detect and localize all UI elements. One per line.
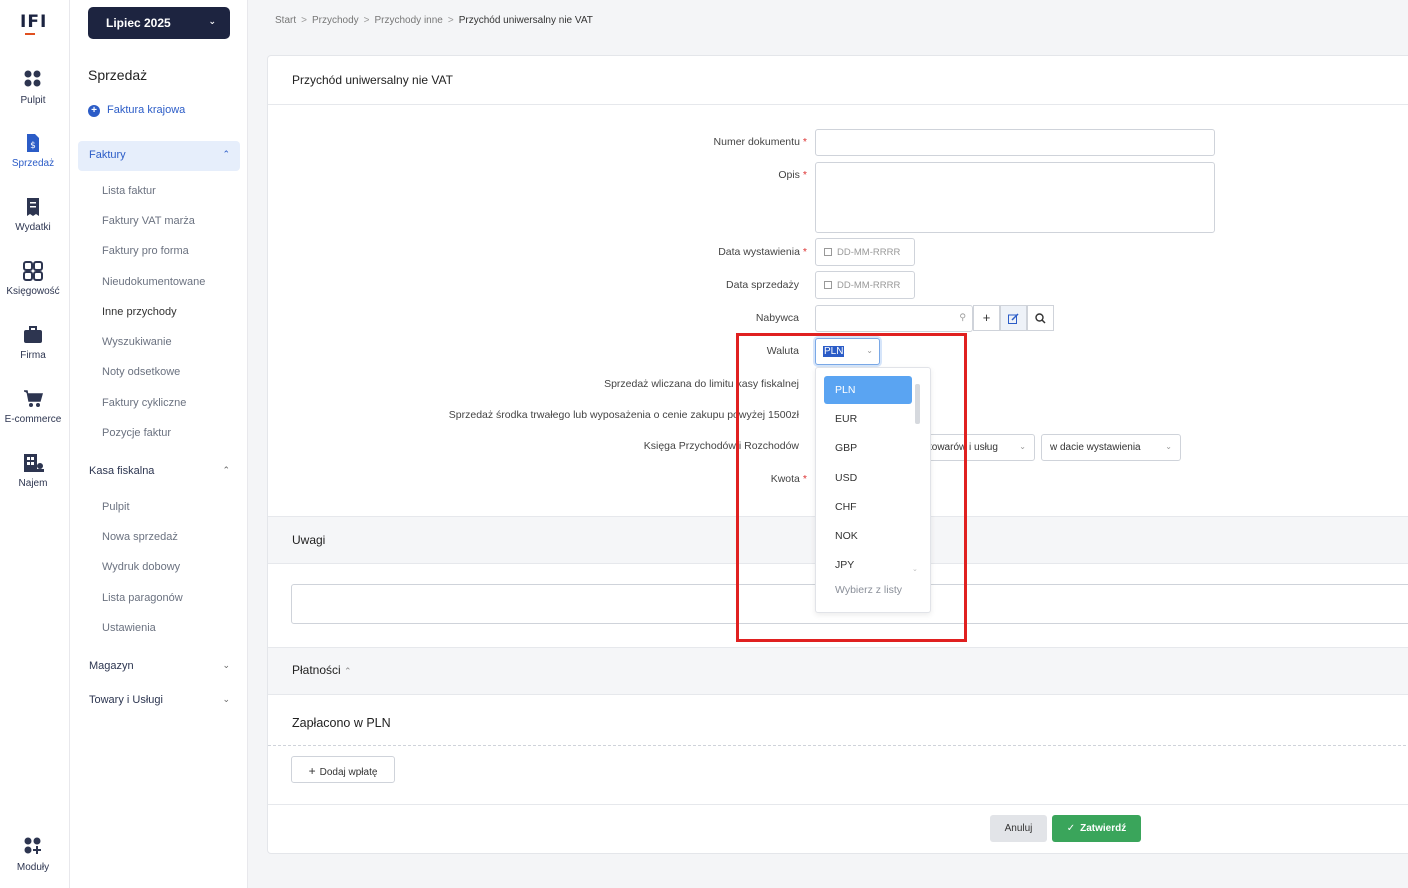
rail-item-moduly[interactable]: Moduły <box>0 837 66 873</box>
rail-label: E-commerce <box>4 414 62 425</box>
sidebar-item-lista-paragonow[interactable]: Lista paragonów <box>102 592 183 604</box>
chevron-down-icon: ⌄ <box>222 660 230 670</box>
rail-label: Moduły <box>16 862 50 873</box>
sidebar-item-inne-przychody[interactable]: Inne przychody <box>102 306 177 318</box>
dashboard-icon <box>23 70 43 90</box>
rail-item-ksiegowosc[interactable]: Księgowość <box>0 261 66 297</box>
building-icon <box>23 453 44 473</box>
calendar-icon <box>824 281 832 289</box>
breadcrumb-przychody-inne[interactable]: Przychody inne <box>375 15 443 26</box>
app-logo[interactable]: IFI <box>20 12 46 40</box>
highlight-box <box>736 333 967 642</box>
modules-icon <box>23 837 43 857</box>
sidebar-title: Sprzedaż <box>88 67 148 83</box>
search-icon: ⚲ <box>959 312 966 322</box>
rail-item-ecommerce[interactable]: E-commerce <box>0 389 66 425</box>
sidebar-item-faktury-cykliczne[interactable]: Faktury cykliczne <box>102 397 186 409</box>
breadcrumb-przychody[interactable]: Przychody <box>312 15 359 26</box>
breadcrumb: Start > Przychody > Przychody inne > Przychód … <box>275 15 593 26</box>
confirm-button[interactable]: ✓ Zatwierdź <box>1052 815 1141 842</box>
logo-text: IFI <box>20 12 48 32</box>
chevron-up-icon: ⌃ <box>222 149 230 159</box>
nabywca-label: Nabywca <box>755 312 799 324</box>
sidebar-item-kasa-pulpit[interactable]: Pulpit <box>102 501 130 513</box>
data-sprzedazy-input[interactable]: DD-MM-RRRR <box>815 271 915 299</box>
platnosci-title: Płatności ⌃ <box>292 663 352 677</box>
rail-item-najem[interactable]: Najem <box>0 453 66 489</box>
briefcase-icon <box>23 325 43 345</box>
date-mode-select[interactable]: w dacie wystawienia ⌄ <box>1041 434 1181 461</box>
rail-label: Najem <box>18 478 48 489</box>
sidebar-item-noty-odsetkowe[interactable]: Noty odsetkowe <box>102 366 180 378</box>
month-label: Lipiec 2025 <box>106 16 171 30</box>
chevron-up-icon: ⌃ <box>344 666 352 676</box>
plus-icon: + <box>308 764 316 778</box>
rail-item-wydatki[interactable]: Wydatki <box>0 197 66 233</box>
sidebar-item-faktury-pro-forma[interactable]: Faktury pro forma <box>102 245 189 257</box>
new-invoice-link[interactable]: + Faktura krajowa <box>88 104 185 117</box>
cart-icon <box>23 389 43 409</box>
data-sprzedazy-label: Data sprzedaży <box>726 279 799 291</box>
sidebar-item-wydruk-dobowy[interactable]: Wydruk dobowy <box>102 561 180 573</box>
chevron-down-icon: ⌄ <box>208 16 216 26</box>
sidebar-item-pozycje-faktur[interactable]: Pozycje faktur <box>102 427 171 439</box>
magnifier-icon <box>1035 313 1046 324</box>
data-wystawienia-label: Data wystawienia * <box>718 246 807 258</box>
chevron-down-icon: ⌄ <box>222 694 230 704</box>
edit-icon <box>1008 313 1019 324</box>
section-sidebar: Lipiec 2025 ⌄ Sprzedaż + Faktura krajowa … <box>70 0 248 888</box>
sidebar-item-nieudokumentowane[interactable]: Nieudokumentowane <box>102 276 205 288</box>
svg-text:$: $ <box>30 141 36 151</box>
sidebar-group-faktury[interactable]: Faktury ⌃ <box>78 141 240 171</box>
page-title: Przychód uniwersalny nie VAT <box>292 73 453 87</box>
sidebar-item-lista-faktur[interactable]: Lista faktur <box>102 185 156 197</box>
sidebar-group-magazyn[interactable]: Magazyn ⌄ <box>78 652 240 682</box>
rail-item-firma[interactable]: Firma <box>0 325 66 361</box>
rail-label: Wydatki <box>15 222 51 233</box>
breadcrumb-current: Przychód uniwersalny nie VAT <box>458 15 593 26</box>
add-payment-button[interactable]: + Dodaj wpłatę <box>291 756 395 783</box>
sidebar-item-faktury-vat-marza[interactable]: Faktury VAT marża <box>102 215 195 227</box>
rail-label: Pulpit <box>20 95 46 106</box>
rail-item-pulpit[interactable]: Pulpit <box>0 70 66 106</box>
calendar-icon <box>824 248 832 256</box>
check-icon: ✓ <box>1066 823 1076 834</box>
cancel-button[interactable]: Anuluj <box>990 815 1047 842</box>
breadcrumb-start[interactable]: Start <box>275 15 296 26</box>
add-buyer-button[interactable]: + <box>973 305 1000 331</box>
platnosci-section-header[interactable]: Płatności ⌃ <box>268 647 1408 695</box>
invoice-dollar-icon: $ <box>23 133 43 153</box>
chevron-down-icon: ⌄ <box>1165 442 1172 451</box>
rail-label: Firma <box>20 350 46 361</box>
uwagi-title: Uwagi <box>292 533 326 547</box>
chevron-down-icon: ⌄ <box>1019 442 1026 451</box>
sidebar-item-ustawienia[interactable]: Ustawienia <box>102 622 156 634</box>
receipt-icon <box>23 197 43 217</box>
rail-label: Sprzedaż <box>11 158 55 169</box>
grid-icon <box>23 261 43 281</box>
numer-dokumentu-label: Numer dokumentu * <box>713 136 807 148</box>
sidebar-item-wyszukiwanie[interactable]: Wyszukiwanie <box>102 336 172 348</box>
nabywca-search-input[interactable]: ⚲ <box>815 305 973 332</box>
numer-dokumentu-input[interactable] <box>815 129 1215 156</box>
plus-icon: + <box>982 310 991 325</box>
plus-circle-icon: + <box>88 105 100 117</box>
sidebar-item-nowa-sprzedaz[interactable]: Nowa sprzedaż <box>102 531 178 543</box>
opis-label: Opis * <box>778 169 807 181</box>
paid-title: Zapłacono w PLN <box>292 716 391 730</box>
rail-item-sprzedaz[interactable]: $ Sprzedaż <box>0 133 66 169</box>
edit-buyer-button[interactable] <box>1000 305 1027 331</box>
rail-label: Księgowość <box>6 286 60 297</box>
sidebar-group-towary[interactable]: Towary i Usługi ⌄ <box>78 686 240 716</box>
month-selector-button[interactable]: Lipiec 2025 ⌄ <box>88 7 230 39</box>
opis-textarea[interactable] <box>815 162 1215 233</box>
chevron-up-icon: ⌃ <box>222 465 230 475</box>
data-wystawienia-input[interactable]: DD-MM-RRRR <box>815 238 915 266</box>
icon-rail: IFI Pulpit $ Sprzedaż Wydatki Księgowość… <box>0 0 70 888</box>
sidebar-group-kasa-fiskalna[interactable]: Kasa fiskalna ⌃ <box>78 457 240 487</box>
search-buyer-button[interactable] <box>1027 305 1054 331</box>
